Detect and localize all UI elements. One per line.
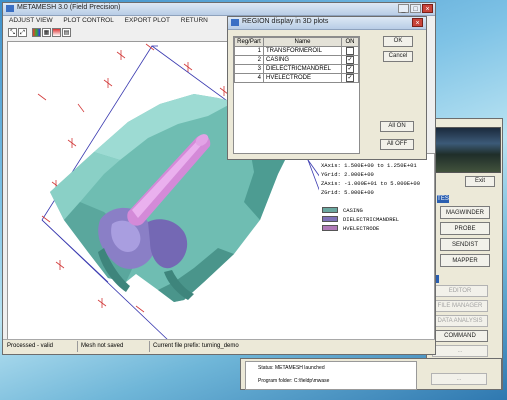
table-row[interactable]: 3 DIELECTRICMANDREL ✓ bbox=[234, 64, 359, 74]
row-on-checkbox[interactable]: ✓ bbox=[346, 56, 354, 64]
sendist-button[interactable]: SENDIST bbox=[440, 238, 490, 251]
plot-info-panel: XAxis: 1.500E+00 to 1.250E+01 YGrid: 2.0… bbox=[319, 153, 435, 341]
dialog-titlebar: REGION display in 3D plots × bbox=[228, 17, 426, 30]
menu-export-plot[interactable]: EXPORT PLOT bbox=[125, 17, 170, 24]
magwinder-button[interactable]: MAGWINDER bbox=[440, 206, 490, 219]
row-name: TRANSFORMEROIL bbox=[263, 46, 342, 56]
region-table: Reg/Part Name ON 1 TRANSFORMEROIL 2 CASI… bbox=[234, 37, 359, 83]
col-header-regpart: Reg/Part bbox=[234, 37, 264, 47]
status-file-prefix: Current file prefix: turning_demo bbox=[153, 343, 239, 349]
main-window-title: METAMESH 3.0 (Field Precision) bbox=[17, 4, 121, 11]
row-name: CASING bbox=[263, 55, 342, 65]
legend-swatch-casing bbox=[322, 207, 338, 213]
row-number: 4 bbox=[234, 73, 264, 83]
info-line-zgrid: ZGrid: 5.000E+00 bbox=[321, 189, 374, 196]
main-statusbar: Processed - valid Mesh not saved Current… bbox=[3, 339, 435, 354]
region-dialog: REGION display in 3D plots × Reg/Part Na… bbox=[227, 16, 427, 160]
legend-label-electrode: HVELECTRODE bbox=[343, 225, 380, 232]
row-number: 1 bbox=[234, 46, 264, 56]
launcher-window: Exit TES MAGWINDER PROBE SENDIST MAPPER … bbox=[426, 118, 503, 390]
data-analysis-button[interactable]: DATA ANALYSIS bbox=[432, 315, 488, 327]
close-icon[interactable]: × bbox=[422, 4, 433, 13]
launcher-photo bbox=[435, 127, 501, 173]
probe-button[interactable]: PROBE bbox=[440, 222, 490, 235]
col-header-name: Name bbox=[263, 37, 342, 47]
app-icon bbox=[6, 5, 14, 12]
region-table-header: Reg/Part Name ON bbox=[234, 37, 359, 47]
rotate-icon[interactable]: ⤢ bbox=[18, 28, 27, 37]
launcher-program-folder: Program folder: C:\fieldp\mwase bbox=[258, 378, 330, 384]
main-titlebar: METAMESH 3.0 (Field Precision) _ □ × bbox=[3, 3, 435, 16]
legend-swatch-electrode bbox=[322, 225, 338, 231]
legend-swatch-mandrel bbox=[322, 216, 338, 222]
info-line-xaxis: XAxis: 1.500E+00 to 1.250E+01 bbox=[321, 162, 417, 169]
table-row[interactable]: 1 TRANSFORMEROIL bbox=[234, 46, 359, 56]
editor-button[interactable]: EDITOR bbox=[432, 285, 488, 297]
row-number: 2 bbox=[234, 55, 264, 65]
exit-button[interactable]: Exit bbox=[465, 176, 495, 187]
dialog-close-icon[interactable]: × bbox=[412, 18, 423, 27]
dialog-title: REGION display in 3D plots bbox=[242, 18, 329, 25]
ok-button[interactable]: OK bbox=[383, 36, 413, 47]
status-divider-2 bbox=[149, 341, 150, 352]
file-manager-button[interactable]: FILE MANAGER bbox=[432, 300, 488, 312]
launcher-status-text: Status: METAMESH launched bbox=[258, 365, 325, 371]
color-table-icon[interactable] bbox=[52, 28, 61, 37]
legend-label-mandrel: DIELECTRICMANDREL bbox=[343, 216, 400, 223]
table-row[interactable]: 4 HVELECTRODE ✓ bbox=[234, 73, 359, 83]
launcher-status-box: Status: METAMESH launched Program folder… bbox=[245, 361, 417, 390]
palette-icon[interactable] bbox=[32, 28, 41, 37]
all-on-button[interactable]: All ON bbox=[380, 121, 414, 132]
row-on-checkbox[interactable] bbox=[346, 47, 354, 55]
status-divider-1 bbox=[77, 341, 78, 352]
zoom-fit-icon[interactable]: ⤡ bbox=[8, 28, 17, 37]
row-on-checkbox[interactable]: ✓ bbox=[346, 65, 354, 73]
blank-button-1[interactable]: ... bbox=[432, 345, 488, 357]
command-button[interactable]: COMMAND bbox=[432, 330, 488, 342]
info-line-zaxis: ZAxis: -1.000E+01 to 5.000E+00 bbox=[321, 180, 421, 187]
row-on-checkbox[interactable]: ✓ bbox=[346, 74, 354, 82]
launcher-status-panel: Status: METAMESH launched Program folder… bbox=[240, 358, 502, 390]
all-off-button[interactable]: All OFF bbox=[380, 139, 414, 150]
dialog-app-icon bbox=[231, 19, 239, 26]
menu-adjust-view[interactable]: ADJUST VIEW bbox=[9, 17, 53, 24]
cancel-button[interactable]: Cancel bbox=[383, 51, 413, 62]
tools-section-header: TES bbox=[437, 195, 449, 203]
menu-plot-control[interactable]: PLOT CONTROL bbox=[63, 17, 113, 24]
row-name: HVELECTRODE bbox=[263, 73, 342, 83]
legend-label-casing: CASING bbox=[343, 207, 363, 214]
blank-button-4[interactable]: ... bbox=[431, 373, 487, 385]
main-menubar: ADJUST VIEW PLOT CONTROL EXPORT PLOT RET… bbox=[9, 17, 217, 24]
minimize-icon[interactable]: _ bbox=[398, 4, 409, 13]
mapper-button[interactable]: MAPPER bbox=[440, 254, 490, 267]
region-table-frame: Reg/Part Name ON 1 TRANSFORMEROIL 2 CASI… bbox=[233, 36, 360, 154]
info-line-ygrid: YGrid: 2.000E+00 bbox=[321, 171, 374, 178]
maximize-icon[interactable]: □ bbox=[410, 4, 421, 13]
grid-icon[interactable]: ▦ bbox=[42, 28, 51, 37]
table-row[interactable]: 2 CASING ✓ bbox=[234, 55, 359, 65]
row-number: 3 bbox=[234, 64, 264, 74]
col-header-on: ON bbox=[341, 37, 359, 47]
row-name: DIELECTRICMANDREL bbox=[263, 64, 342, 74]
export-icon[interactable]: ▤ bbox=[62, 28, 71, 37]
menu-return[interactable]: RETURN bbox=[181, 17, 208, 24]
status-processed: Processed - valid bbox=[7, 343, 54, 349]
status-mesh: Mesh not saved bbox=[81, 343, 124, 349]
